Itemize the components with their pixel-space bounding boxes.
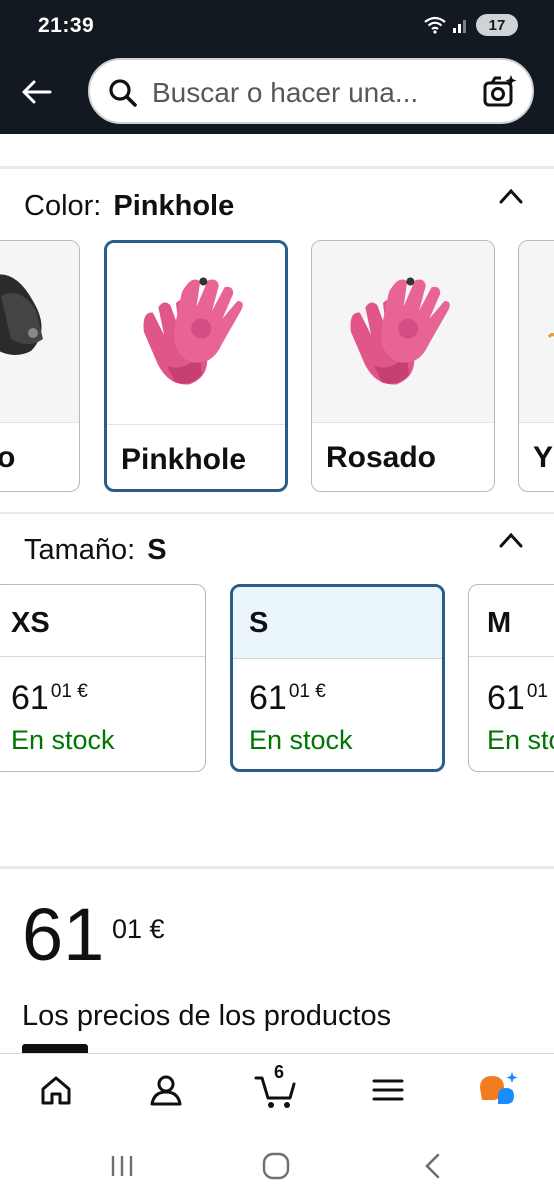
wifi-icon bbox=[424, 16, 446, 34]
divider bbox=[0, 166, 554, 169]
android-home-icon bbox=[262, 1152, 290, 1180]
size-option-xs[interactable]: XS 61 01 € En stock bbox=[0, 584, 206, 772]
size-price: 61 01 bbox=[487, 679, 548, 718]
stock-status: En stock bbox=[11, 725, 115, 755]
pink-gloves-image bbox=[350, 277, 450, 385]
chevron-up-icon[interactable] bbox=[498, 530, 524, 550]
camera-search-icon[interactable] bbox=[482, 74, 518, 110]
bottom-nav: 6 bbox=[0, 1053, 554, 1137]
price-whole: 61 bbox=[249, 679, 287, 717]
size-name: M bbox=[487, 607, 512, 639]
home-button[interactable] bbox=[258, 1151, 294, 1181]
size-card-header: M bbox=[469, 585, 554, 657]
search-input[interactable]: Buscar o hacer una... bbox=[152, 77, 418, 109]
swatch-image bbox=[312, 241, 494, 423]
size-option-m[interactable]: M 6101 En sto bbox=[468, 584, 554, 772]
size-price: 61 01 € bbox=[249, 679, 326, 718]
color-swatch[interactable]: Y bbox=[518, 240, 554, 492]
signal-icon bbox=[453, 20, 466, 33]
stock-status: En sto bbox=[487, 725, 554, 755]
color-swatch-selected[interactable]: Pinkhole bbox=[104, 240, 288, 492]
color-label: Color: Pinkhole bbox=[24, 190, 234, 223]
nav-home[interactable] bbox=[34, 1068, 78, 1112]
android-nav-bar bbox=[0, 1137, 554, 1200]
battery-level: 17 bbox=[488, 16, 506, 34]
price-fraction: 01 bbox=[526, 681, 548, 702]
price-disclaimer: Los precios de los productos bbox=[22, 1000, 392, 1032]
home-icon bbox=[41, 1076, 71, 1105]
cart-count-badge: 6 bbox=[274, 1062, 285, 1082]
status-bar: 21:39 17 bbox=[0, 0, 554, 54]
price-fraction: 01 € bbox=[112, 914, 165, 944]
color-label-text: Color: bbox=[24, 190, 102, 222]
price-whole: 61 bbox=[22, 893, 105, 976]
pink-gloves-image bbox=[143, 277, 243, 385]
rufus-icon bbox=[480, 1072, 518, 1104]
size-card-header: S bbox=[233, 587, 442, 659]
swatch-label: o bbox=[0, 441, 15, 475]
size-price: 61 01 € bbox=[11, 679, 88, 718]
stock-status: En stock bbox=[249, 725, 353, 755]
size-label-text: Tamaño: bbox=[24, 534, 136, 566]
size-option-s[interactable]: S 61 01 € En stock bbox=[230, 584, 445, 772]
chevron-left-icon bbox=[425, 1153, 440, 1179]
back-button[interactable] bbox=[16, 72, 56, 112]
status-time: 21:39 bbox=[38, 14, 95, 37]
product-price: 61 01 € bbox=[22, 898, 165, 972]
price-whole: 61 bbox=[487, 679, 525, 717]
chevron-up-icon[interactable] bbox=[498, 186, 524, 206]
nav-account[interactable] bbox=[144, 1068, 188, 1112]
battery-indicator: 17 bbox=[476, 14, 518, 36]
search-box[interactable]: Buscar o hacer una... bbox=[88, 58, 534, 124]
swatch-label: Pinkhole bbox=[121, 443, 247, 476]
yellow-gloves-image bbox=[547, 332, 554, 338]
recents-icon bbox=[111, 1156, 133, 1176]
size-label: Tamaño: S bbox=[24, 534, 167, 567]
search-icon bbox=[109, 79, 137, 107]
swatch-image bbox=[519, 241, 554, 423]
account-icon bbox=[150, 1075, 182, 1106]
app-header: Buscar o hacer una... bbox=[0, 54, 554, 134]
size-name: S bbox=[249, 607, 269, 639]
size-name: XS bbox=[11, 607, 50, 639]
color-swatch[interactable]: Rosado bbox=[311, 240, 495, 492]
swatch-image bbox=[107, 243, 285, 425]
color-swatch[interactable]: o bbox=[0, 240, 80, 492]
back-arrow-icon bbox=[22, 80, 52, 104]
selected-color: Pinkhole bbox=[113, 190, 235, 222]
swatch-label: Rosado bbox=[326, 441, 437, 474]
system-back-button[interactable] bbox=[414, 1151, 450, 1181]
price-whole: 61 bbox=[11, 679, 49, 717]
size-card-header: XS bbox=[0, 585, 205, 657]
recents-button[interactable] bbox=[104, 1151, 140, 1181]
swatch-label: Y bbox=[533, 441, 554, 474]
nav-rufus[interactable] bbox=[476, 1068, 520, 1112]
nav-menu[interactable] bbox=[366, 1068, 410, 1112]
divider bbox=[0, 512, 554, 514]
black-gloves-image bbox=[0, 274, 43, 355]
swatch-image bbox=[0, 241, 79, 423]
price-fraction: 01 € bbox=[288, 681, 326, 702]
divider bbox=[0, 866, 554, 869]
selected-size: S bbox=[147, 534, 167, 566]
price-fraction: 01 € bbox=[50, 681, 88, 702]
status-icons: 17 bbox=[424, 14, 518, 36]
menu-icon bbox=[372, 1079, 404, 1101]
